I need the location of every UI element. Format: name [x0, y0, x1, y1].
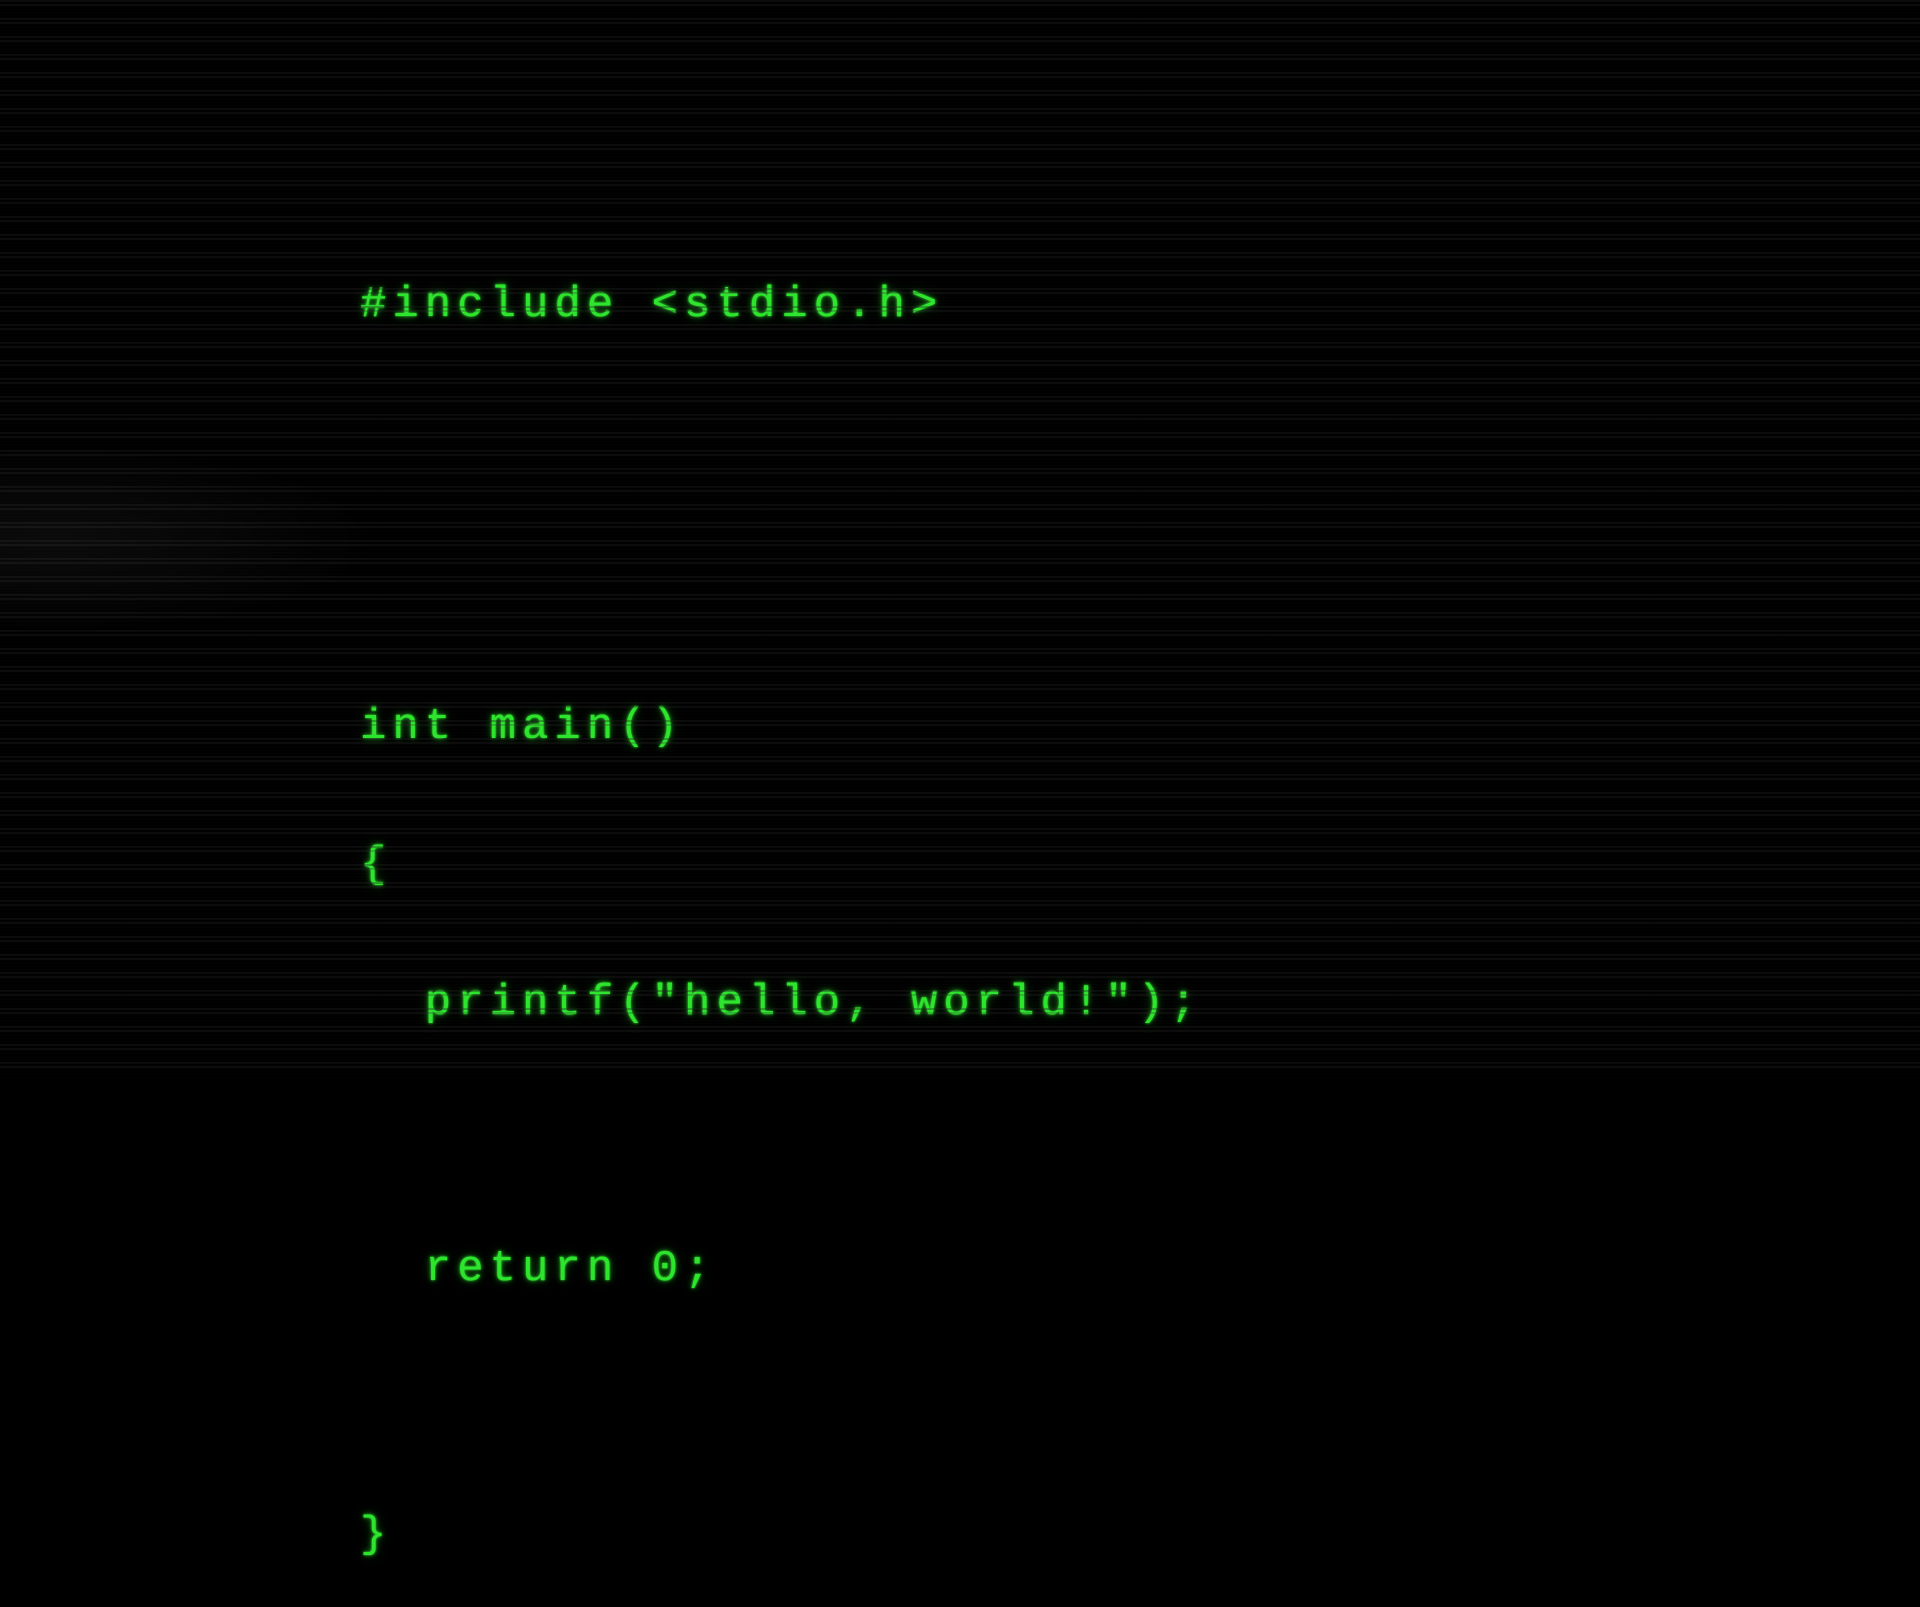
blank-line	[360, 563, 1203, 617]
code-line-main: int main()	[360, 705, 1203, 755]
blank-line	[360, 1119, 1203, 1159]
blank-line	[360, 1385, 1203, 1425]
code-line-printf: printf("hello, world!");	[360, 981, 1203, 1031]
code-line-brace-close: }	[360, 1513, 1203, 1563]
code-line-brace-open: {	[360, 843, 1203, 893]
terminal-screen: #include <stdio.h> int main() { printf("…	[360, 195, 1203, 1607]
code-line-include: #include <stdio.h>	[360, 283, 1203, 333]
code-line-return: return 0;	[360, 1247, 1203, 1297]
blank-line	[360, 421, 1203, 475]
